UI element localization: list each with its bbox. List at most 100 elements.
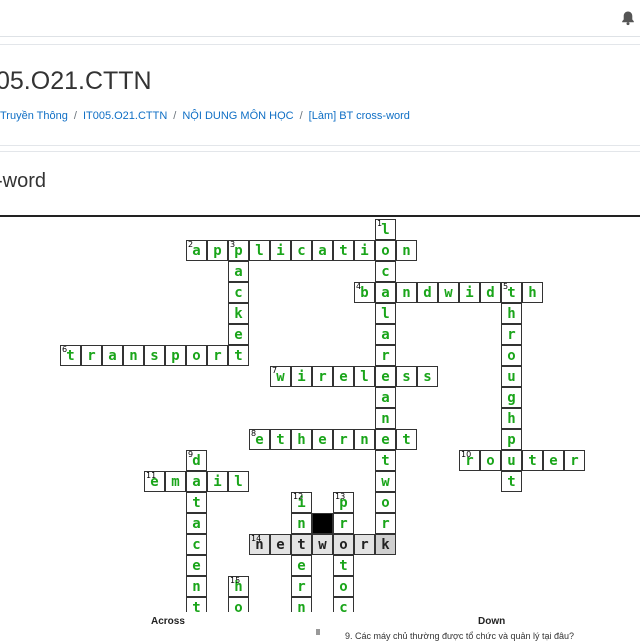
- crossword-cell[interactable]: t: [333, 240, 354, 261]
- crossword-cell[interactable]: u: [501, 366, 522, 387]
- crossword-cell[interactable]: p: [165, 345, 186, 366]
- crossword-cell[interactable]: e: [291, 555, 312, 576]
- crossword-cell[interactable]: r: [81, 345, 102, 366]
- crossword-cell[interactable]: s: [144, 345, 165, 366]
- crossword-cell[interactable]: l: [375, 303, 396, 324]
- crossword-cell[interactable]: n: [291, 597, 312, 612]
- breadcrumb-item-section[interactable]: NỘI DUNG MÔN HỌC: [182, 110, 293, 122]
- crossword-cell[interactable]: r: [333, 429, 354, 450]
- crossword-cell[interactable]: 1l: [375, 219, 396, 240]
- crossword-cell[interactable]: o: [186, 345, 207, 366]
- scrollbar-thumb[interactable]: [316, 629, 320, 635]
- crossword-cell[interactable]: o: [375, 240, 396, 261]
- crossword-cell[interactable]: 3p: [228, 240, 249, 261]
- crossword-cell[interactable]: 13 p: [333, 492, 354, 513]
- crossword-cell[interactable]: r: [501, 324, 522, 345]
- crossword-cell[interactable]: t: [396, 429, 417, 450]
- crossword-cell[interactable]: t: [375, 450, 396, 471]
- crossword-cell[interactable]: t: [228, 345, 249, 366]
- crossword-cell[interactable]: r: [312, 366, 333, 387]
- crossword-cell[interactable]: 2a: [186, 240, 207, 261]
- crossword-cell[interactable]: a: [186, 513, 207, 534]
- crossword-cell[interactable]: h: [522, 282, 543, 303]
- crossword-cell[interactable]: e: [312, 429, 333, 450]
- crossword-cell[interactable]: o: [501, 345, 522, 366]
- crossword-cell[interactable]: a: [102, 345, 123, 366]
- crossword-cell[interactable]: s: [396, 366, 417, 387]
- crossword-cell[interactable]: o: [333, 576, 354, 597]
- crossword-cell[interactable]: 10 r: [459, 450, 480, 471]
- crossword-cell[interactable]: a: [228, 261, 249, 282]
- crossword-cell[interactable]: r: [564, 450, 585, 471]
- crossword-cell[interactable]: n: [123, 345, 144, 366]
- crossword-cell[interactable]: n: [291, 513, 312, 534]
- crossword-cell[interactable]: h: [501, 303, 522, 324]
- crossword-cell[interactable]: e: [270, 534, 291, 555]
- crossword-cell[interactable]: a: [375, 387, 396, 408]
- crossword-cell[interactable]: h: [501, 408, 522, 429]
- crossword-cell[interactable]: r: [207, 345, 228, 366]
- notification-bell-icon[interactable]: [620, 10, 636, 26]
- crossword-cell[interactable]: r: [333, 513, 354, 534]
- crossword-cell[interactable]: s: [417, 366, 438, 387]
- crossword-cell[interactable]: i: [270, 240, 291, 261]
- crossword-cell[interactable]: w: [375, 471, 396, 492]
- crossword-cell[interactable]: k: [228, 303, 249, 324]
- crossword-cell[interactable]: o: [375, 492, 396, 513]
- crossword-cell[interactable]: t: [333, 555, 354, 576]
- crossword-cell[interactable]: k: [375, 534, 396, 555]
- crossword-cell[interactable]: c: [186, 534, 207, 555]
- crossword-cell[interactable]: r: [375, 345, 396, 366]
- crossword-cell[interactable]: d: [480, 282, 501, 303]
- crossword-cell[interactable]: 14 n: [249, 534, 270, 555]
- breadcrumb-item-course[interactable]: IT005.O21.CTTN: [83, 110, 167, 122]
- crossword-cell[interactable]: t: [291, 534, 312, 555]
- crossword-cell[interactable]: l: [249, 240, 270, 261]
- breadcrumb-item-activity[interactable]: [Làm] BT cross-word: [309, 110, 410, 122]
- crossword-cell[interactable]: e: [333, 366, 354, 387]
- crossword-cell[interactable]: h: [291, 429, 312, 450]
- crossword-cell[interactable]: e: [186, 555, 207, 576]
- crossword-cell[interactable]: p: [207, 240, 228, 261]
- crossword-cell[interactable]: t: [270, 429, 291, 450]
- crossword-cell[interactable]: e: [543, 450, 564, 471]
- crossword-cell[interactable]: d: [417, 282, 438, 303]
- crossword-cell[interactable]: a: [312, 240, 333, 261]
- crossword-cell[interactable]: 5t: [501, 282, 522, 303]
- crossword-cell[interactable]: c: [375, 261, 396, 282]
- crossword-cell[interactable]: e: [375, 366, 396, 387]
- crossword-cell[interactable]: c: [228, 282, 249, 303]
- crossword-cell[interactable]: c: [333, 597, 354, 612]
- crossword-cell[interactable]: 6t: [60, 345, 81, 366]
- crossword-cell[interactable]: p: [501, 429, 522, 450]
- crossword-cell[interactable]: i: [291, 366, 312, 387]
- crossword-cell[interactable]: 7w: [270, 366, 291, 387]
- crossword-cell[interactable]: i: [354, 240, 375, 261]
- breadcrumb-item-category[interactable]: Truyền Thông: [0, 110, 68, 122]
- crossword-cell[interactable]: t: [186, 492, 207, 513]
- crossword-cell[interactable]: n: [396, 240, 417, 261]
- crossword-cell[interactable]: r: [354, 534, 375, 555]
- crossword-cell[interactable]: 4b: [354, 282, 375, 303]
- crossword-cell[interactable]: 12 i: [291, 492, 312, 513]
- crossword-cell[interactable]: a: [375, 324, 396, 345]
- crossword-cell[interactable]: 9d: [186, 450, 207, 471]
- crossword-cell[interactable]: t: [186, 597, 207, 612]
- crossword-cell[interactable]: e: [375, 429, 396, 450]
- crossword-cell[interactable]: c: [291, 240, 312, 261]
- crossword-cell[interactable]: n: [396, 282, 417, 303]
- crossword-cell[interactable]: e: [228, 324, 249, 345]
- crossword-cell[interactable]: a: [375, 282, 396, 303]
- crossword-cell[interactable]: l: [354, 366, 375, 387]
- crossword-cell[interactable]: 11 e: [144, 471, 165, 492]
- crossword-cell[interactable]: g: [501, 387, 522, 408]
- crossword-cell[interactable]: n: [186, 576, 207, 597]
- crossword-cell[interactable]: w: [312, 534, 333, 555]
- crossword-cell[interactable]: 8e: [249, 429, 270, 450]
- crossword-cell[interactable]: u: [501, 450, 522, 471]
- crossword-cell[interactable]: o: [228, 597, 249, 612]
- crossword-cell[interactable]: 15 h: [228, 576, 249, 597]
- crossword-cell[interactable]: r: [375, 513, 396, 534]
- crossword-cell[interactable]: t: [522, 450, 543, 471]
- crossword-cell[interactable]: a: [186, 471, 207, 492]
